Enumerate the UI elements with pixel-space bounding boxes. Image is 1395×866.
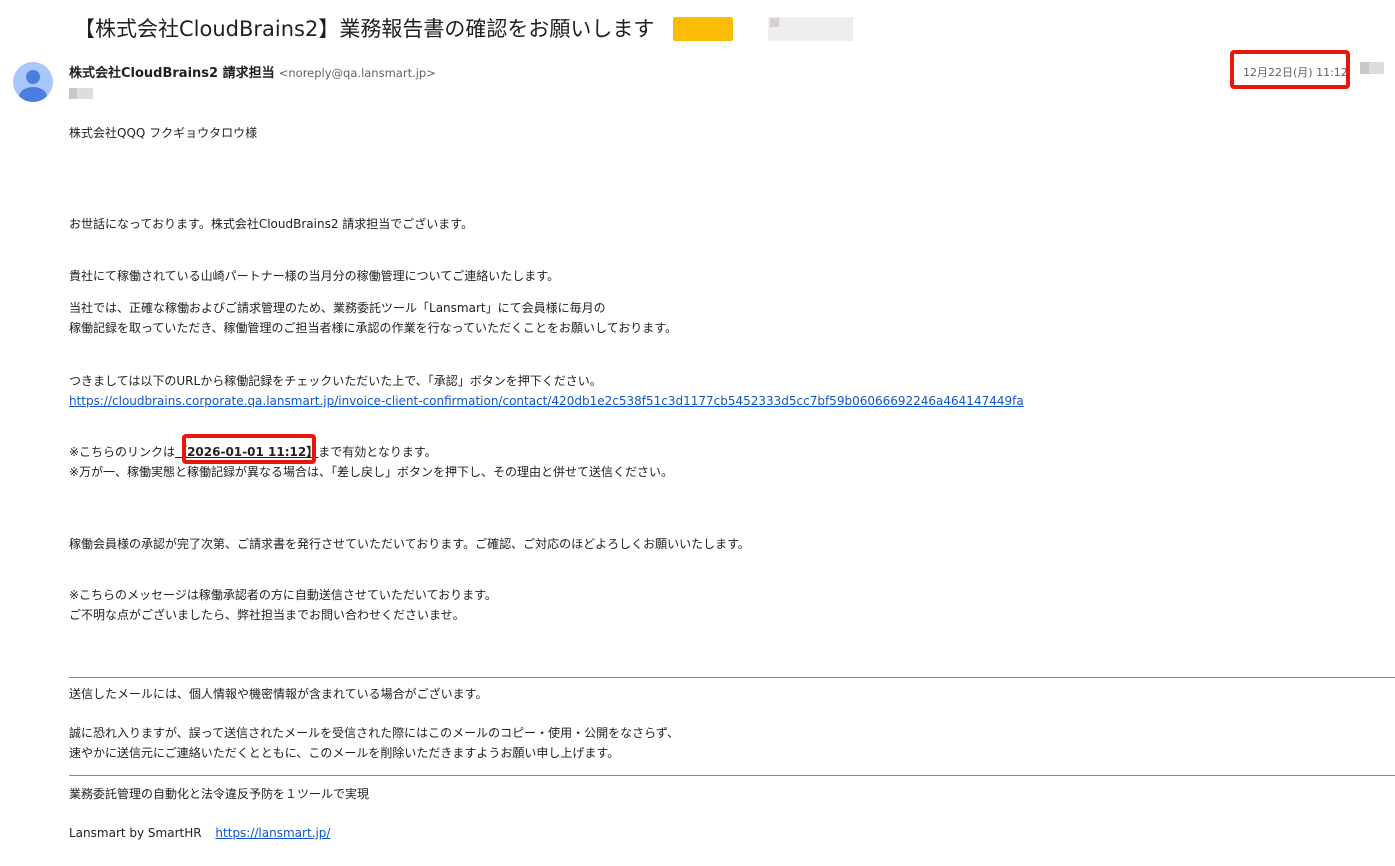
disclaimer-2-line-2: 速やかに送信元にご連絡いただくとともに、このメールを削除いただきますようお願い申… xyxy=(69,746,620,760)
divider-1 xyxy=(69,677,1395,678)
label-chip-gray[interactable] xyxy=(768,17,853,41)
sender-email: <noreply@qa.lansmart.jp> xyxy=(278,66,436,80)
label-chip-marker xyxy=(770,18,779,27)
note-2: ※万が一、稼働実態と稼働記録が異なる場合は、「差し戻し」ボタンを押下し、その理由… xyxy=(69,465,674,479)
paragraph-5-line-2: ご不明な点がございましたら、弊社担当までお問い合わせくださいませ。 xyxy=(69,608,465,622)
paragraph-5-line-1: ※こちらのメッセージは稼働承認者の方に自動送信させていただいております。 xyxy=(69,588,497,602)
avatar-body-icon xyxy=(19,87,47,102)
brand-name: Lansmart by SmartHR xyxy=(69,826,202,840)
sender-line: 株式会社CloudBrains2 請求担当 <noreply@qa.lansma… xyxy=(69,64,436,83)
greeting: 株式会社QQQ フクギョウタロウ様 xyxy=(69,126,258,140)
note-1-suffix: まで有効となります。 xyxy=(318,445,437,459)
label-chip-yellow[interactable] xyxy=(673,17,733,41)
sender-name[interactable]: 株式会社CloudBrains2 請求担当 xyxy=(69,66,275,81)
star-icon[interactable] xyxy=(1360,62,1384,74)
brand-link[interactable]: https://lansmart.jp/ xyxy=(215,826,330,840)
avatar-head-icon xyxy=(26,70,40,84)
paragraph-2-line-1: 当社では、正確な稼働およびご請求管理のため、業務委託ツール「Lansmart」に… xyxy=(69,301,606,315)
divider-2 xyxy=(69,775,1395,776)
intro-text: お世話になっております。株式会社CloudBrains2 請求担当でございます。 xyxy=(69,217,474,231)
date-highlight-box xyxy=(1230,50,1350,89)
email-subject: 【株式会社CloudBrains2】業務報告書の確認をお願いします xyxy=(74,17,655,41)
expiry-highlight-box xyxy=(182,434,316,464)
note-1-prefix: ※こちらのリンクは xyxy=(69,445,176,459)
brand-line: Lansmart by SmartHR https://lansmart.jp/ xyxy=(69,823,330,843)
confirmation-link-line: https://cloudbrains.corporate.qa.lansmar… xyxy=(69,391,1024,411)
paragraph-3: つきましては以下のURLから稼働記録をチェックいただいた上で、「承認」ボタンを押… xyxy=(69,374,602,388)
disclaimer-1: 送信したメールには、個人情報や機密情報が含まれている場合がございます。 xyxy=(69,687,488,701)
email-view: 【株式会社CloudBrains2】業務報告書の確認をお願いします 株式会社Cl… xyxy=(0,0,1395,866)
disclaimer-2-line-1: 誠に恐れ入りますが、誤って送信されたメールを受信された際にはこのメールのコピー・… xyxy=(69,726,680,740)
paragraph-1: 貴社にて稼働されている山崎パートナー様の当月分の稼働管理についてご連絡いたします… xyxy=(69,269,560,283)
paragraph-4: 稼働会員様の承認が完了次第、ご請求書を発行させていただいております。ご確認、ご対… xyxy=(69,537,750,551)
sender-avatar xyxy=(13,62,53,102)
recipient-details-toggle[interactable] xyxy=(69,88,93,99)
paragraph-2-line-2: 稼働記録を取っていただき、稼働管理のご担当者様に承認の作業を行なっていただくこと… xyxy=(69,321,678,335)
confirmation-link[interactable]: https://cloudbrains.corporate.qa.lansmar… xyxy=(69,394,1024,408)
tagline: 業務委託管理の自動化と法令違反予防を１ツールで実現 xyxy=(69,787,370,801)
